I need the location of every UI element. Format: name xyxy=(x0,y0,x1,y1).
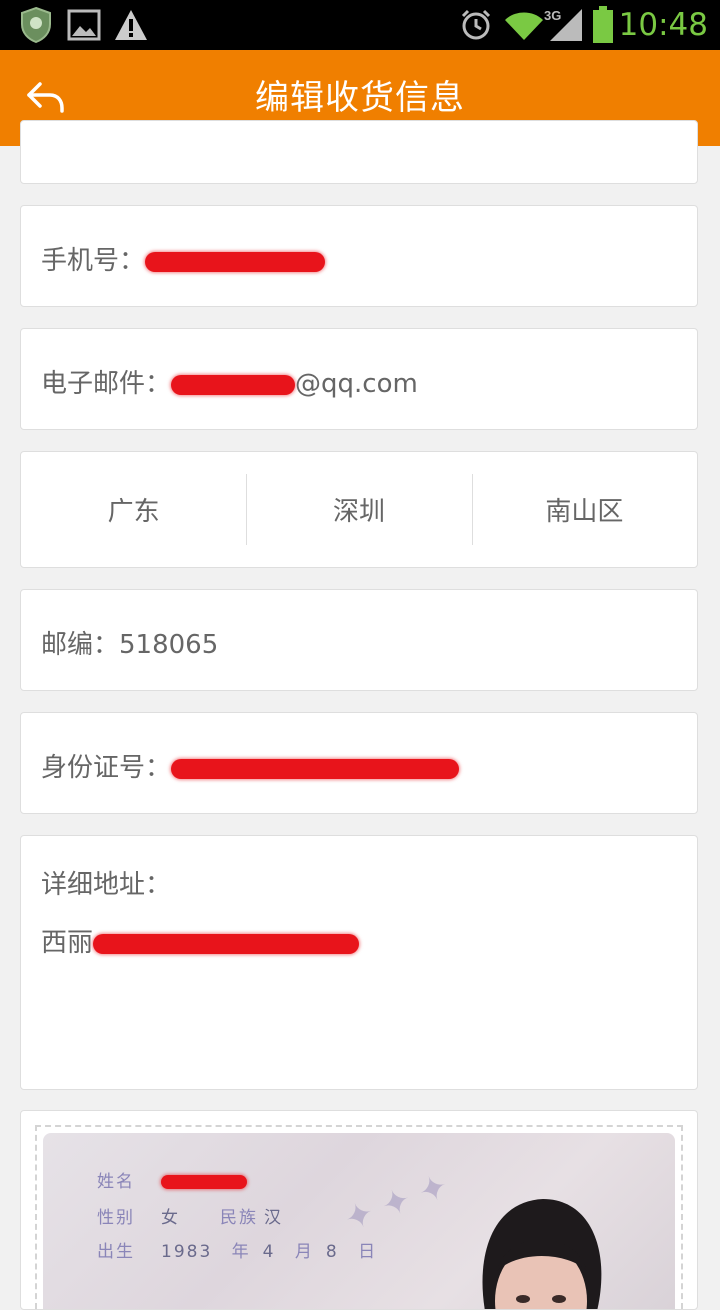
address-redaction xyxy=(93,933,360,954)
email-label: 电子邮件： xyxy=(41,369,172,399)
postcode-label: 邮编： xyxy=(41,630,120,660)
address-textarea[interactable]: 西丽 xyxy=(41,922,360,959)
back-arrow-icon xyxy=(27,82,64,113)
email-redaction xyxy=(171,374,296,395)
battery-icon xyxy=(590,5,616,45)
address-field-card[interactable]: 详细地址： 西丽 xyxy=(20,835,698,1090)
address-prefix: 西丽 xyxy=(41,928,94,958)
address-label: 详细地址： xyxy=(41,870,172,900)
photo-watermark: ✦ ✦ ✦ xyxy=(339,1165,454,1241)
network-type-label: 3G xyxy=(544,8,561,23)
status-bar: 3G 10:48 xyxy=(0,0,720,50)
id-number-label: 身份证号： xyxy=(41,753,172,783)
name-field-card[interactable] xyxy=(20,120,698,184)
id-card-photo: ✦ ✦ ✦ 姓名 性别女民族汉 出生 1983 年4 月8 日 xyxy=(43,1133,675,1309)
email-field[interactable]: 电子邮件： @qq.com xyxy=(41,363,418,400)
id-birth-row: 出生 1983 年4 月8 日 xyxy=(97,1242,378,1262)
email-field-card[interactable]: 电子邮件： @qq.com xyxy=(20,328,698,430)
warning-icon xyxy=(112,5,150,45)
id-name-row: 姓名 xyxy=(97,1167,247,1192)
id-name-redaction xyxy=(161,1175,247,1189)
region-selector-card: 广东 深圳 南山区 xyxy=(20,451,698,568)
phone-field[interactable]: 手机号： xyxy=(41,240,326,277)
id-photo-upload-area[interactable]: ✦ ✦ ✦ 姓名 性别女民族汉 出生 1983 年4 月8 日 xyxy=(35,1125,683,1309)
id-gender-row: 性别女民族汉 xyxy=(97,1208,283,1228)
shield-icon xyxy=(18,5,54,45)
email-suffix: @qq.com xyxy=(295,369,418,399)
image-icon xyxy=(66,5,102,45)
postcode-field-card[interactable]: 邮编：518065 xyxy=(20,589,698,691)
province-selector[interactable]: 广东 xyxy=(21,452,246,567)
phone-field-card[interactable]: 手机号： xyxy=(20,205,698,307)
phone-redaction xyxy=(145,251,326,272)
back-button[interactable] xyxy=(18,72,74,124)
id-number-field-card[interactable]: 身份证号： xyxy=(20,712,698,814)
alarm-icon xyxy=(458,5,494,45)
city-value: 深圳 xyxy=(332,497,385,527)
phone-label: 手机号： xyxy=(41,246,146,276)
clock: 10:48 xyxy=(618,7,708,43)
postcode-field[interactable]: 邮编：518065 xyxy=(41,624,218,661)
district-value: 南山区 xyxy=(545,497,624,527)
wifi-icon xyxy=(502,5,546,45)
province-value: 广东 xyxy=(107,497,160,527)
district-selector[interactable]: 南山区 xyxy=(471,452,697,567)
id-portrait xyxy=(482,1199,602,1309)
id-photo-card: ✦ ✦ ✦ 姓名 性别女民族汉 出生 1983 年4 月8 日 xyxy=(20,1110,698,1310)
id-number-field[interactable]: 身份证号： xyxy=(41,747,460,784)
city-selector[interactable]: 深圳 xyxy=(246,452,471,567)
signal-icon: 3G xyxy=(544,5,584,45)
id-number-redaction xyxy=(171,758,460,779)
postcode-value: 518065 xyxy=(119,630,219,660)
